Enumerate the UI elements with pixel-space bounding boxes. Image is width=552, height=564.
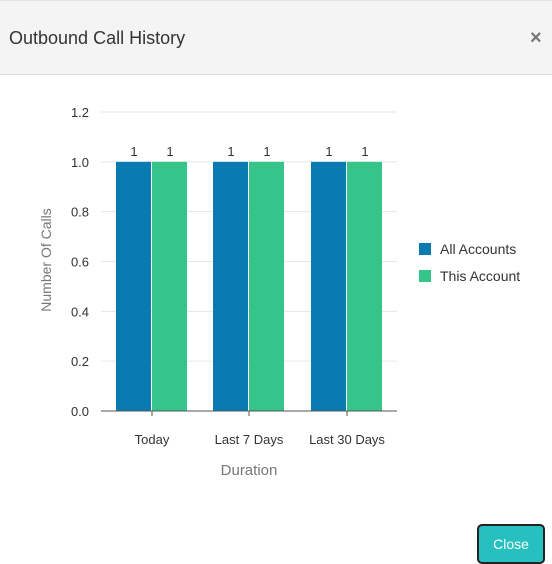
legend: All Accounts This Account bbox=[419, 241, 520, 284]
x-tick-label: Last 30 Days bbox=[309, 432, 385, 447]
axes bbox=[101, 410, 397, 416]
data-label: 1 bbox=[263, 144, 270, 159]
y-tick-label: 0.0 bbox=[71, 404, 89, 419]
close-button[interactable]: Close bbox=[477, 524, 545, 564]
bar-all-accounts bbox=[116, 161, 151, 411]
legend-swatch-this-account bbox=[419, 270, 431, 282]
bar-chart: 0.0 0.2 0.4 0.6 0.8 1.0 1.2 1 1 Today 1 1 Last 7 Day… bbox=[38, 105, 520, 479]
modal-header: Outbound Call History × bbox=[0, 0, 552, 75]
x-tick-label: Today bbox=[135, 432, 170, 447]
bar-this-account bbox=[249, 161, 284, 411]
data-label: 1 bbox=[166, 144, 173, 159]
close-icon[interactable]: × bbox=[530, 28, 542, 48]
y-tick-label: 0.2 bbox=[71, 354, 89, 369]
y-tick-label: 1.2 bbox=[71, 105, 89, 120]
y-tick-label: 0.6 bbox=[71, 255, 89, 270]
legend-label: All Accounts bbox=[440, 241, 516, 257]
bar-all-accounts bbox=[311, 161, 346, 411]
modal-title: Outbound Call History bbox=[9, 28, 186, 48]
bar-this-account bbox=[152, 161, 187, 411]
bar-this-account bbox=[347, 161, 382, 411]
bars bbox=[116, 161, 382, 411]
chart-container: 0.0 0.2 0.4 0.6 0.8 1.0 1.2 1 1 Today 1 1 Last 7 Day… bbox=[0, 76, 552, 506]
x-tick-label: Last 7 Days bbox=[215, 432, 284, 447]
y-tick-label: 1.0 bbox=[71, 155, 89, 170]
y-tick-label: 0.8 bbox=[71, 205, 89, 220]
data-label: 1 bbox=[227, 144, 234, 159]
y-axis-title: Number Of Calls bbox=[38, 208, 54, 311]
bar-all-accounts bbox=[213, 161, 248, 411]
data-label: 1 bbox=[325, 144, 332, 159]
data-label: 1 bbox=[361, 144, 368, 159]
x-axis-title: Duration bbox=[221, 462, 278, 479]
y-tick-label: 0.4 bbox=[71, 304, 89, 319]
legend-swatch-all-accounts bbox=[419, 243, 431, 255]
legend-label: This Account bbox=[440, 268, 520, 284]
data-label: 1 bbox=[130, 144, 137, 159]
